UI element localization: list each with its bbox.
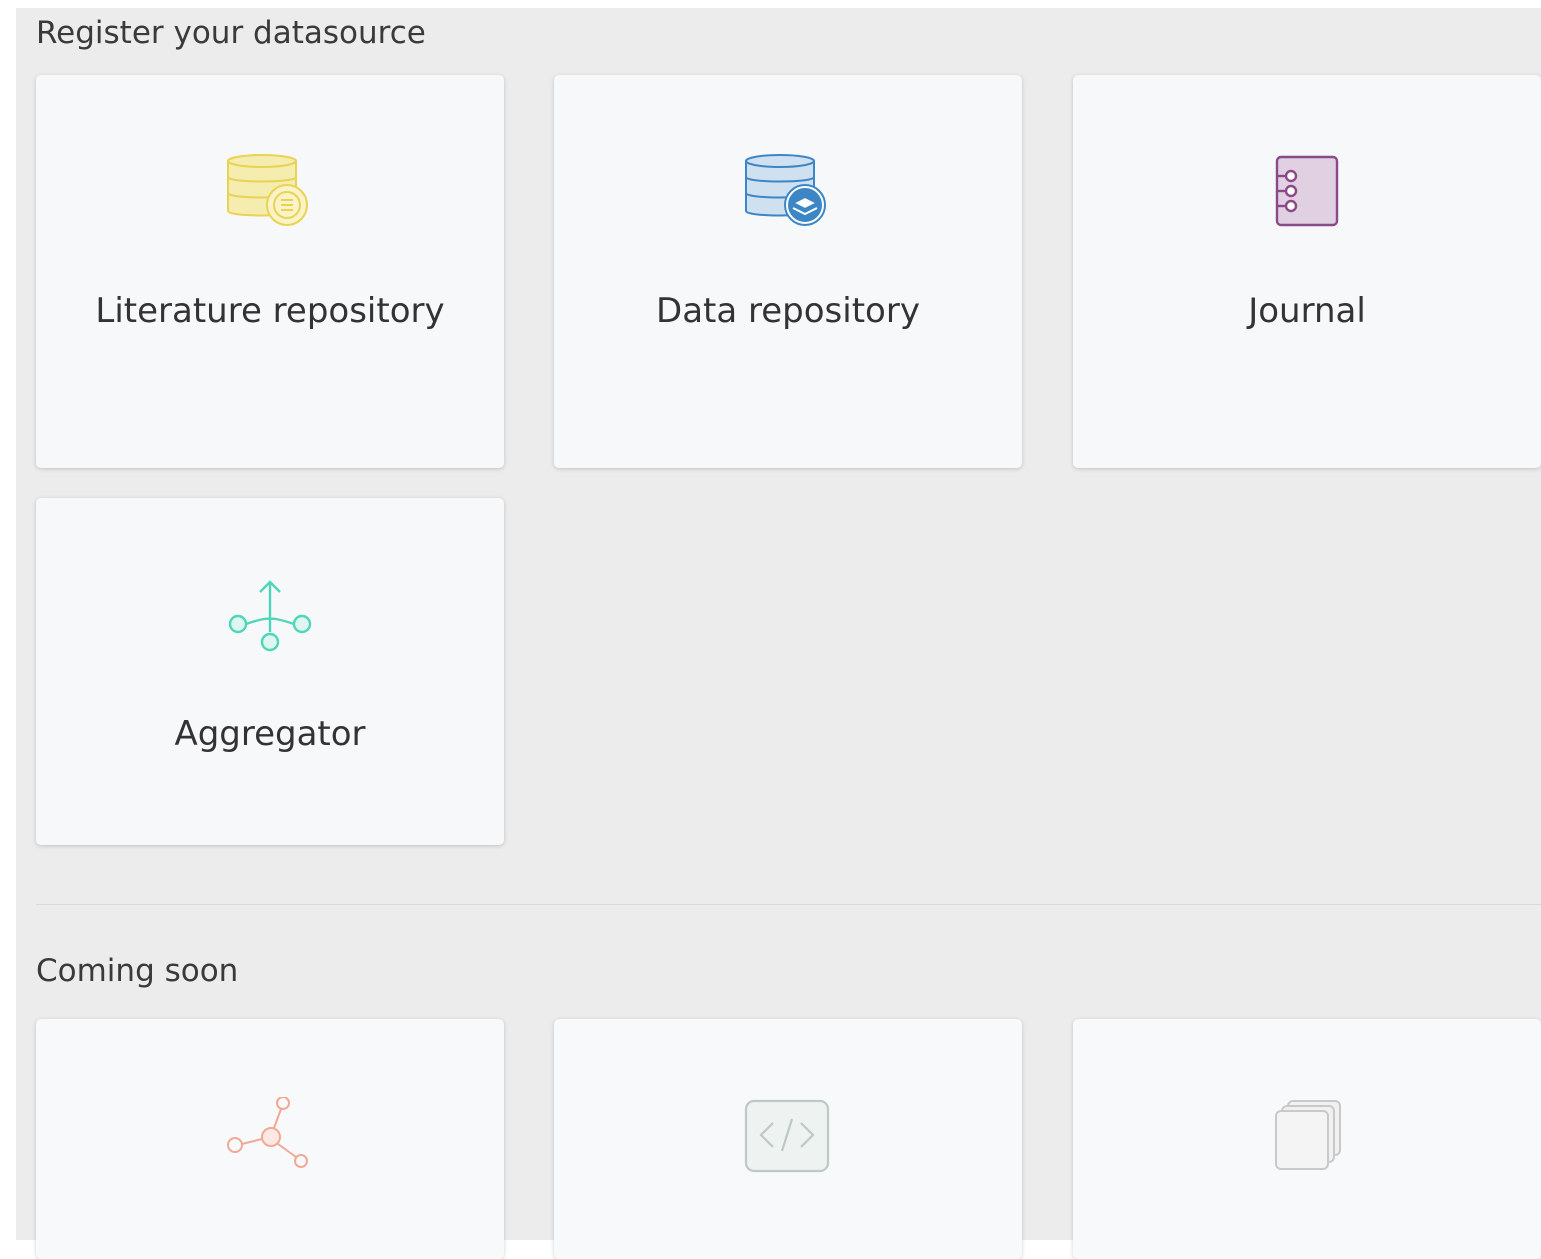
journal-card[interactable]: Journal [1073,75,1541,468]
network-node-icon [36,1097,504,1177]
coming-soon-section-title: Coming soon [36,953,239,989]
data-repository-label: Data repository [656,291,920,331]
section-divider [36,904,1541,905]
coming-soon-card-1 [36,1019,504,1259]
aggregator-label: Aggregator [174,714,366,754]
literature-repository-card[interactable]: Literature repository [36,75,504,468]
data-repository-card[interactable]: Data repository [554,75,1022,468]
journal-label: Journal [1248,291,1366,331]
data-repository-icon [554,153,1022,233]
code-icon [554,1097,1022,1177]
coming-soon-card-2 [554,1019,1022,1259]
journal-icon [1073,153,1541,233]
stacked-documents-icon [1073,1097,1541,1177]
register-section-title: Register your datasource [36,15,426,51]
aggregator-icon [36,576,504,656]
literature-repository-icon [36,153,504,233]
coming-soon-card-3 [1073,1019,1541,1259]
literature-repository-label: Literature repository [95,291,445,331]
aggregator-card[interactable]: Aggregator [36,498,504,845]
